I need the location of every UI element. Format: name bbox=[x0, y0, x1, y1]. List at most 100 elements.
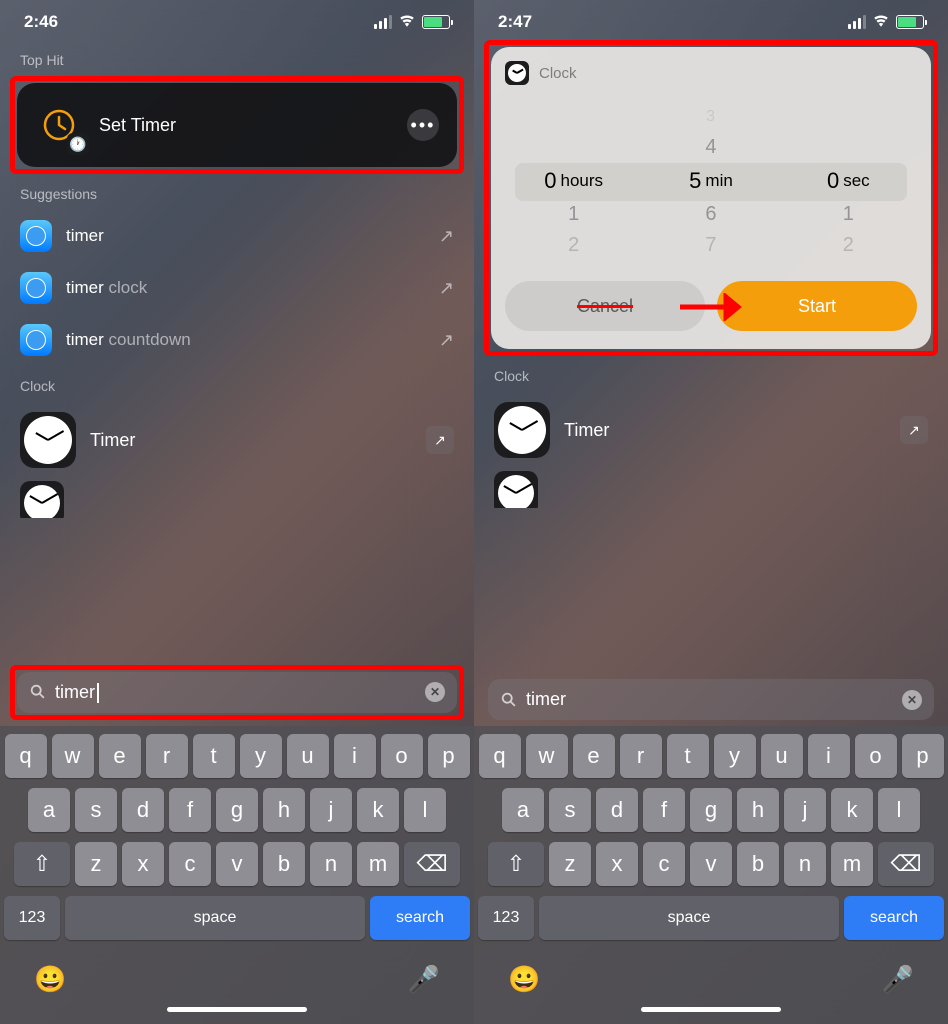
suggestion-row[interactable]: timer countdown ↗ bbox=[14, 314, 460, 366]
screenshot-left: 2:46 Top Hit 🕐 Set Timer ••• Suggestions bbox=[0, 0, 474, 1024]
search-key[interactable]: search bbox=[370, 896, 470, 940]
home-indicator[interactable] bbox=[167, 1007, 307, 1012]
key-c[interactable]: c bbox=[643, 842, 685, 886]
key-x[interactable]: x bbox=[596, 842, 638, 886]
key-e[interactable]: e bbox=[99, 734, 141, 778]
key-l[interactable]: l bbox=[404, 788, 446, 832]
key-t[interactable]: t bbox=[667, 734, 709, 778]
clear-button[interactable]: ✕ bbox=[902, 690, 922, 710]
key-v[interactable]: v bbox=[216, 842, 258, 886]
key-u[interactable]: u bbox=[761, 734, 803, 778]
key-q[interactable]: q bbox=[479, 734, 521, 778]
key-x[interactable]: x bbox=[122, 842, 164, 886]
open-icon[interactable]: ↗ bbox=[900, 416, 928, 444]
key-r[interactable]: r bbox=[620, 734, 662, 778]
key-j[interactable]: j bbox=[784, 788, 826, 832]
arrow-up-left-icon: ↗ bbox=[439, 226, 454, 247]
open-icon[interactable]: ↗ bbox=[426, 426, 454, 454]
clock-app-icon bbox=[20, 481, 64, 518]
key-h[interactable]: h bbox=[737, 788, 779, 832]
clock-timer-row[interactable]: Timer ↗ bbox=[14, 402, 460, 478]
safari-icon bbox=[20, 220, 52, 252]
search-input[interactable]: timer bbox=[55, 682, 417, 703]
seconds-picker[interactable]: 0sec 1 2 bbox=[780, 101, 916, 261]
key-r[interactable]: r bbox=[146, 734, 188, 778]
key-m[interactable]: m bbox=[357, 842, 399, 886]
top-hit-card[interactable]: 🕐 Set Timer ••• bbox=[17, 83, 457, 167]
key-o[interactable]: o bbox=[855, 734, 897, 778]
key-z[interactable]: z bbox=[75, 842, 117, 886]
search-input[interactable]: timer bbox=[526, 689, 894, 710]
key-f[interactable]: f bbox=[643, 788, 685, 832]
time-picker[interactable]: 0hours 1 2 3 4 5min 6 7 0sec 1 bbox=[505, 101, 917, 261]
emoji-button[interactable]: 😀 bbox=[508, 964, 540, 995]
key-e[interactable]: e bbox=[573, 734, 615, 778]
key-f[interactable]: f bbox=[169, 788, 211, 832]
key-d[interactable]: d bbox=[596, 788, 638, 832]
more-button[interactable]: ••• bbox=[407, 109, 439, 141]
key-j[interactable]: j bbox=[310, 788, 352, 832]
key-c[interactable]: c bbox=[169, 842, 211, 886]
numeric-key[interactable]: 123 bbox=[478, 896, 534, 940]
key-n[interactable]: n bbox=[310, 842, 352, 886]
key-n[interactable]: n bbox=[784, 842, 826, 886]
key-u[interactable]: u bbox=[287, 734, 329, 778]
search-bar[interactable]: timer ✕ bbox=[17, 672, 457, 713]
key-p[interactable]: p bbox=[902, 734, 944, 778]
search-bar[interactable]: timer ✕ bbox=[488, 679, 934, 720]
status-icons bbox=[848, 12, 924, 32]
key-m[interactable]: m bbox=[831, 842, 873, 886]
key-b[interactable]: b bbox=[263, 842, 305, 886]
numeric-key[interactable]: 123 bbox=[4, 896, 60, 940]
search-key[interactable]: search bbox=[844, 896, 944, 940]
backspace-key[interactable]: ⌫ bbox=[404, 842, 460, 886]
key-a[interactable]: a bbox=[28, 788, 70, 832]
suggestion-row[interactable]: timer ↗ bbox=[14, 210, 460, 262]
key-b[interactable]: b bbox=[737, 842, 779, 886]
key-l[interactable]: l bbox=[878, 788, 920, 832]
key-q[interactable]: q bbox=[5, 734, 47, 778]
key-y[interactable]: y bbox=[240, 734, 282, 778]
home-indicator[interactable] bbox=[641, 1007, 781, 1012]
clock-partial-row[interactable] bbox=[14, 478, 460, 518]
clock-partial-row[interactable] bbox=[488, 468, 934, 508]
key-k[interactable]: k bbox=[357, 788, 399, 832]
key-h[interactable]: h bbox=[263, 788, 305, 832]
hours-picker[interactable]: 0hours 1 2 bbox=[506, 101, 642, 261]
key-z[interactable]: z bbox=[549, 842, 591, 886]
emoji-button[interactable]: 😀 bbox=[34, 964, 66, 995]
shift-key[interactable]: ⇧ bbox=[14, 842, 70, 886]
clear-button[interactable]: ✕ bbox=[425, 682, 445, 702]
suggestion-row[interactable]: timer clock ↗ bbox=[14, 262, 460, 314]
clock-timer-row[interactable]: Timer ↗ bbox=[488, 392, 934, 468]
key-y[interactable]: y bbox=[714, 734, 756, 778]
mic-button[interactable]: 🎤 bbox=[408, 964, 440, 995]
key-i[interactable]: i bbox=[808, 734, 850, 778]
key-t[interactable]: t bbox=[193, 734, 235, 778]
cellular-icon bbox=[374, 15, 392, 29]
mic-button[interactable]: 🎤 bbox=[882, 964, 914, 995]
key-w[interactable]: w bbox=[52, 734, 94, 778]
backspace-key[interactable]: ⌫ bbox=[878, 842, 934, 886]
key-g[interactable]: g bbox=[216, 788, 258, 832]
wifi-icon bbox=[872, 12, 890, 32]
key-i[interactable]: i bbox=[334, 734, 376, 778]
key-s[interactable]: s bbox=[549, 788, 591, 832]
cancel-button[interactable]: Cancel bbox=[505, 281, 705, 331]
key-s[interactable]: s bbox=[75, 788, 117, 832]
key-d[interactable]: d bbox=[122, 788, 164, 832]
key-p[interactable]: p bbox=[428, 734, 470, 778]
key-k[interactable]: k bbox=[831, 788, 873, 832]
clock-row-text: Timer bbox=[90, 430, 412, 451]
minutes-picker[interactable]: 3 4 5min 6 7 bbox=[643, 101, 779, 261]
key-v[interactable]: v bbox=[690, 842, 732, 886]
suggestions-label: Suggestions bbox=[14, 174, 460, 210]
space-key[interactable]: space bbox=[65, 896, 365, 940]
space-key[interactable]: space bbox=[539, 896, 839, 940]
key-g[interactable]: g bbox=[690, 788, 732, 832]
key-a[interactable]: a bbox=[502, 788, 544, 832]
shift-key[interactable]: ⇧ bbox=[488, 842, 544, 886]
key-o[interactable]: o bbox=[381, 734, 423, 778]
key-w[interactable]: w bbox=[526, 734, 568, 778]
status-icons bbox=[374, 12, 450, 32]
